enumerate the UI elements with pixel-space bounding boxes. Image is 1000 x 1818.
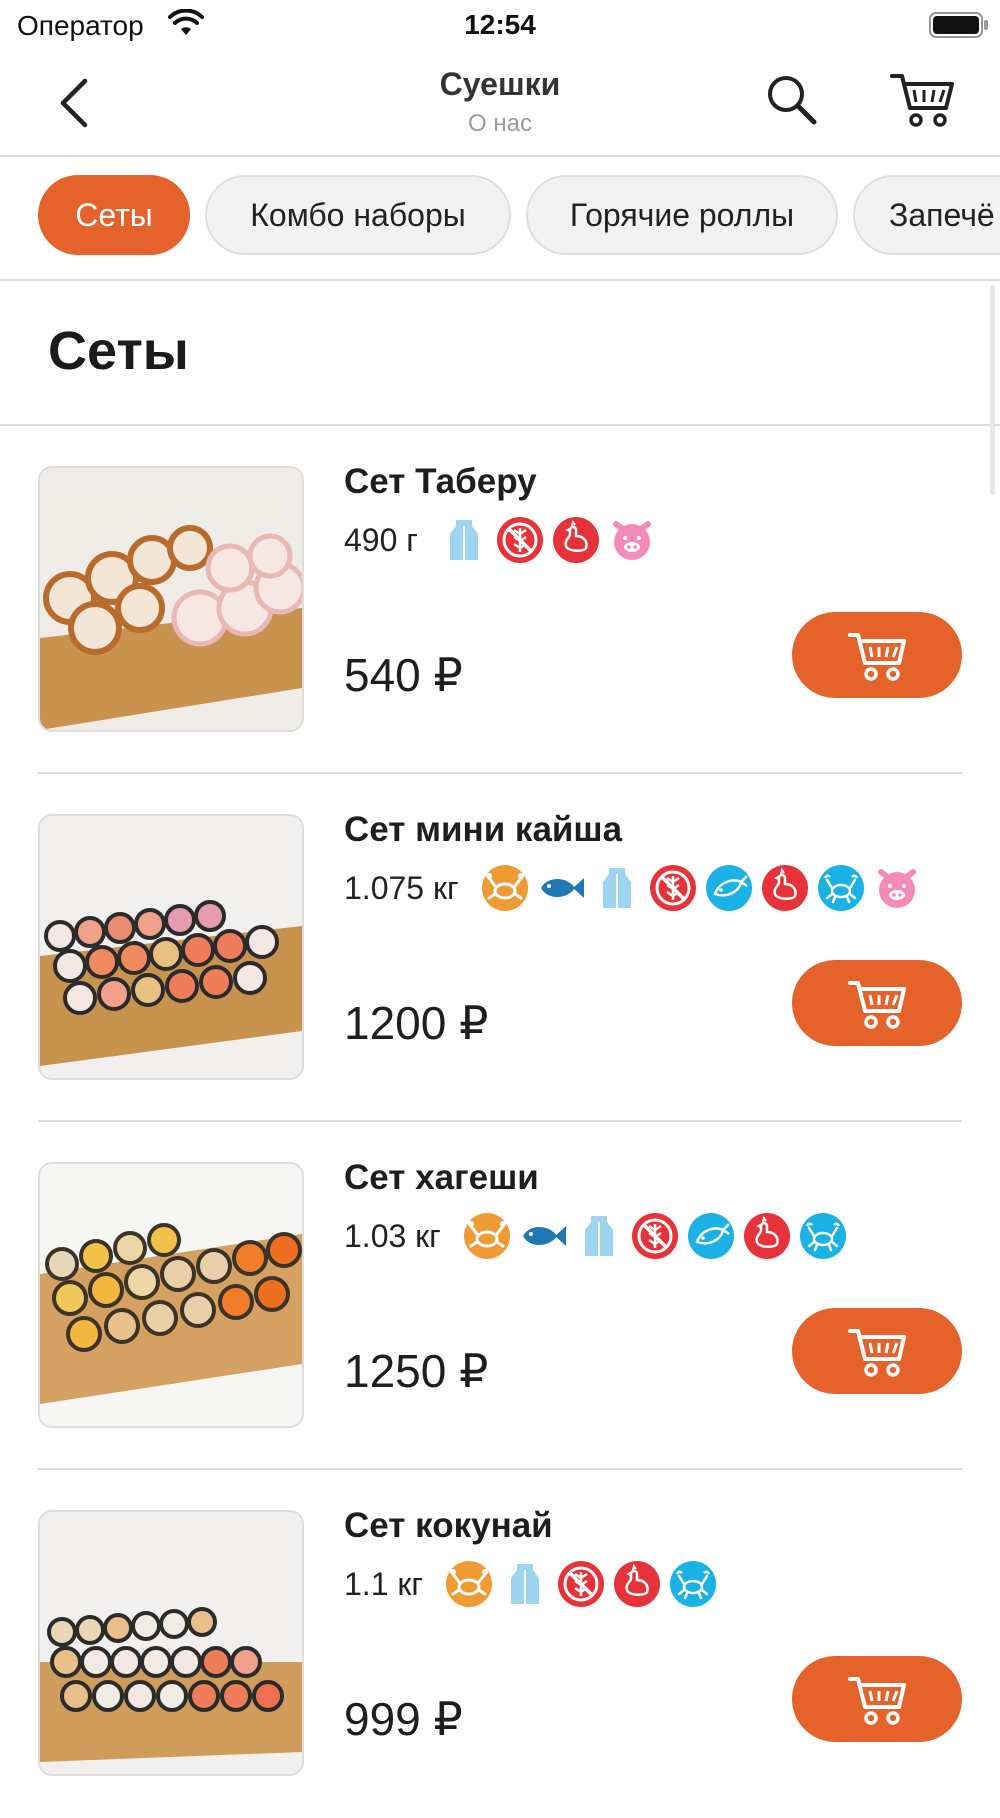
product-image[interactable]	[38, 1510, 304, 1776]
product-price: 1250 ₽	[344, 1345, 489, 1397]
cart-button[interactable]	[890, 70, 956, 128]
fish-icon	[519, 1212, 567, 1260]
chicken-icon	[552, 516, 600, 564]
cart-icon	[890, 74, 954, 127]
milk-icon	[593, 864, 641, 912]
milk-icon	[440, 516, 488, 564]
product-name[interactable]: Сет хагеши	[344, 1158, 539, 1198]
gluten-free-icon	[649, 864, 697, 912]
add-to-cart-button[interactable]	[792, 612, 962, 698]
about-link[interactable]: О нас	[0, 110, 1000, 138]
gluten-free-icon	[631, 1212, 679, 1260]
product-meta: 490 г	[344, 514, 664, 566]
product-meta: 1.075 кг	[344, 862, 929, 914]
product-card[interactable]: Сет хагеши 1.03 кг 1250 ₽	[0, 1122, 1000, 1470]
restaurant-title: Суешки	[439, 66, 561, 102]
cart-icon	[848, 1673, 908, 1725]
navigation-bar: Суешки О нас	[0, 50, 1000, 157]
status-time: 12:54	[464, 9, 536, 40]
product-weight: 1.075 кг	[344, 869, 459, 906]
product-weight: 1.1 кг	[344, 1565, 424, 1602]
category-chip-hot-rolls[interactable]: Горячие роллы	[526, 175, 838, 255]
pork-icon	[608, 516, 656, 564]
product-name[interactable]: Сет мини кайша	[344, 810, 622, 850]
product-card[interactable]: Сет кокунай 1.1 кг 999 ₽	[0, 1470, 1000, 1818]
product-card[interactable]: Сет мини кайша 1.075 кг 1200 ₽	[0, 774, 1000, 1122]
fish-badge-icon	[687, 1212, 735, 1260]
add-to-cart-button[interactable]	[792, 1308, 962, 1394]
cart-icon	[848, 1325, 908, 1377]
add-to-cart-button[interactable]	[792, 960, 962, 1046]
fish-badge-icon	[705, 864, 753, 912]
search-icon	[768, 76, 817, 125]
chicken-icon	[613, 1560, 661, 1608]
category-chip-combo[interactable]: Комбо наборы	[205, 175, 511, 255]
gluten-free-icon	[557, 1560, 605, 1608]
product-name[interactable]: Сет Таберу	[344, 462, 537, 502]
product-meta: 1.03 кг	[344, 1210, 855, 1262]
category-chip-sets[interactable]: Сеты	[38, 175, 190, 255]
category-chip-baked[interactable]: Запечё	[853, 175, 1000, 255]
chicken-icon	[761, 864, 809, 912]
pork-icon	[873, 864, 921, 912]
category-tabs: Сеты Комбо наборы Горячие роллы Запечё	[0, 157, 1000, 281]
crab-icon	[445, 1560, 493, 1608]
cart-icon	[848, 629, 908, 681]
status-bar: Оператор 12:54	[0, 0, 1000, 50]
crab-icon	[481, 864, 529, 912]
battery-icon	[929, 12, 989, 43]
fish-icon	[537, 864, 585, 912]
product-card[interactable]: Сет Таберу 490 г 540 ₽	[0, 426, 1000, 774]
section-title: Сеты	[48, 321, 189, 381]
cart-icon	[848, 977, 908, 1029]
gluten-free-icon	[496, 516, 544, 564]
milk-icon	[575, 1212, 623, 1260]
product-price: 540 ₽	[344, 649, 463, 701]
product-image[interactable]	[38, 466, 304, 732]
product-meta: 1.1 кг	[344, 1558, 725, 1610]
product-image[interactable]	[38, 1162, 304, 1428]
product-price: 1200 ₽	[344, 997, 489, 1049]
product-price: 999 ₽	[344, 1693, 463, 1745]
product-weight: 490 г	[344, 521, 418, 558]
seafood-icon	[817, 864, 865, 912]
product-name[interactable]: Сет кокунай	[344, 1506, 553, 1546]
seafood-icon	[799, 1212, 847, 1260]
product-image[interactable]	[38, 814, 304, 1080]
seafood-icon	[669, 1560, 717, 1608]
chicken-icon	[743, 1212, 791, 1260]
add-to-cart-button[interactable]	[792, 1656, 962, 1742]
product-weight: 1.03 кг	[344, 1217, 441, 1254]
crab-icon	[463, 1212, 511, 1260]
search-button[interactable]	[764, 72, 820, 128]
milk-icon	[501, 1560, 549, 1608]
